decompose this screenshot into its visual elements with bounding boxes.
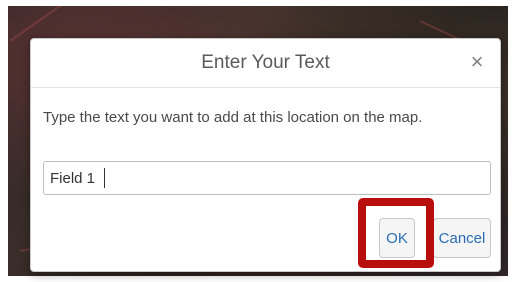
dialog-title: Enter Your Text [201, 52, 330, 73]
screenshot-border [508, 0, 514, 282]
dialog-header: Enter Your Text × [31, 39, 500, 88]
ok-button[interactable]: OK [379, 218, 415, 258]
enter-text-dialog: Enter Your Text × Type the text you want… [30, 38, 501, 272]
map-feature-line [9, 0, 85, 42]
screenshot-border [0, 0, 8, 282]
text-input[interactable] [43, 161, 491, 195]
close-icon[interactable]: × [466, 50, 488, 74]
text-cursor [104, 168, 105, 188]
screenshot-border [0, 0, 514, 6]
cancel-button[interactable]: Cancel [433, 218, 491, 258]
screenshot-border [0, 276, 514, 282]
dialog-message: Type the text you want to add at this lo… [43, 109, 423, 126]
map-background: Enter Your Text × Type the text you want… [0, 0, 514, 282]
